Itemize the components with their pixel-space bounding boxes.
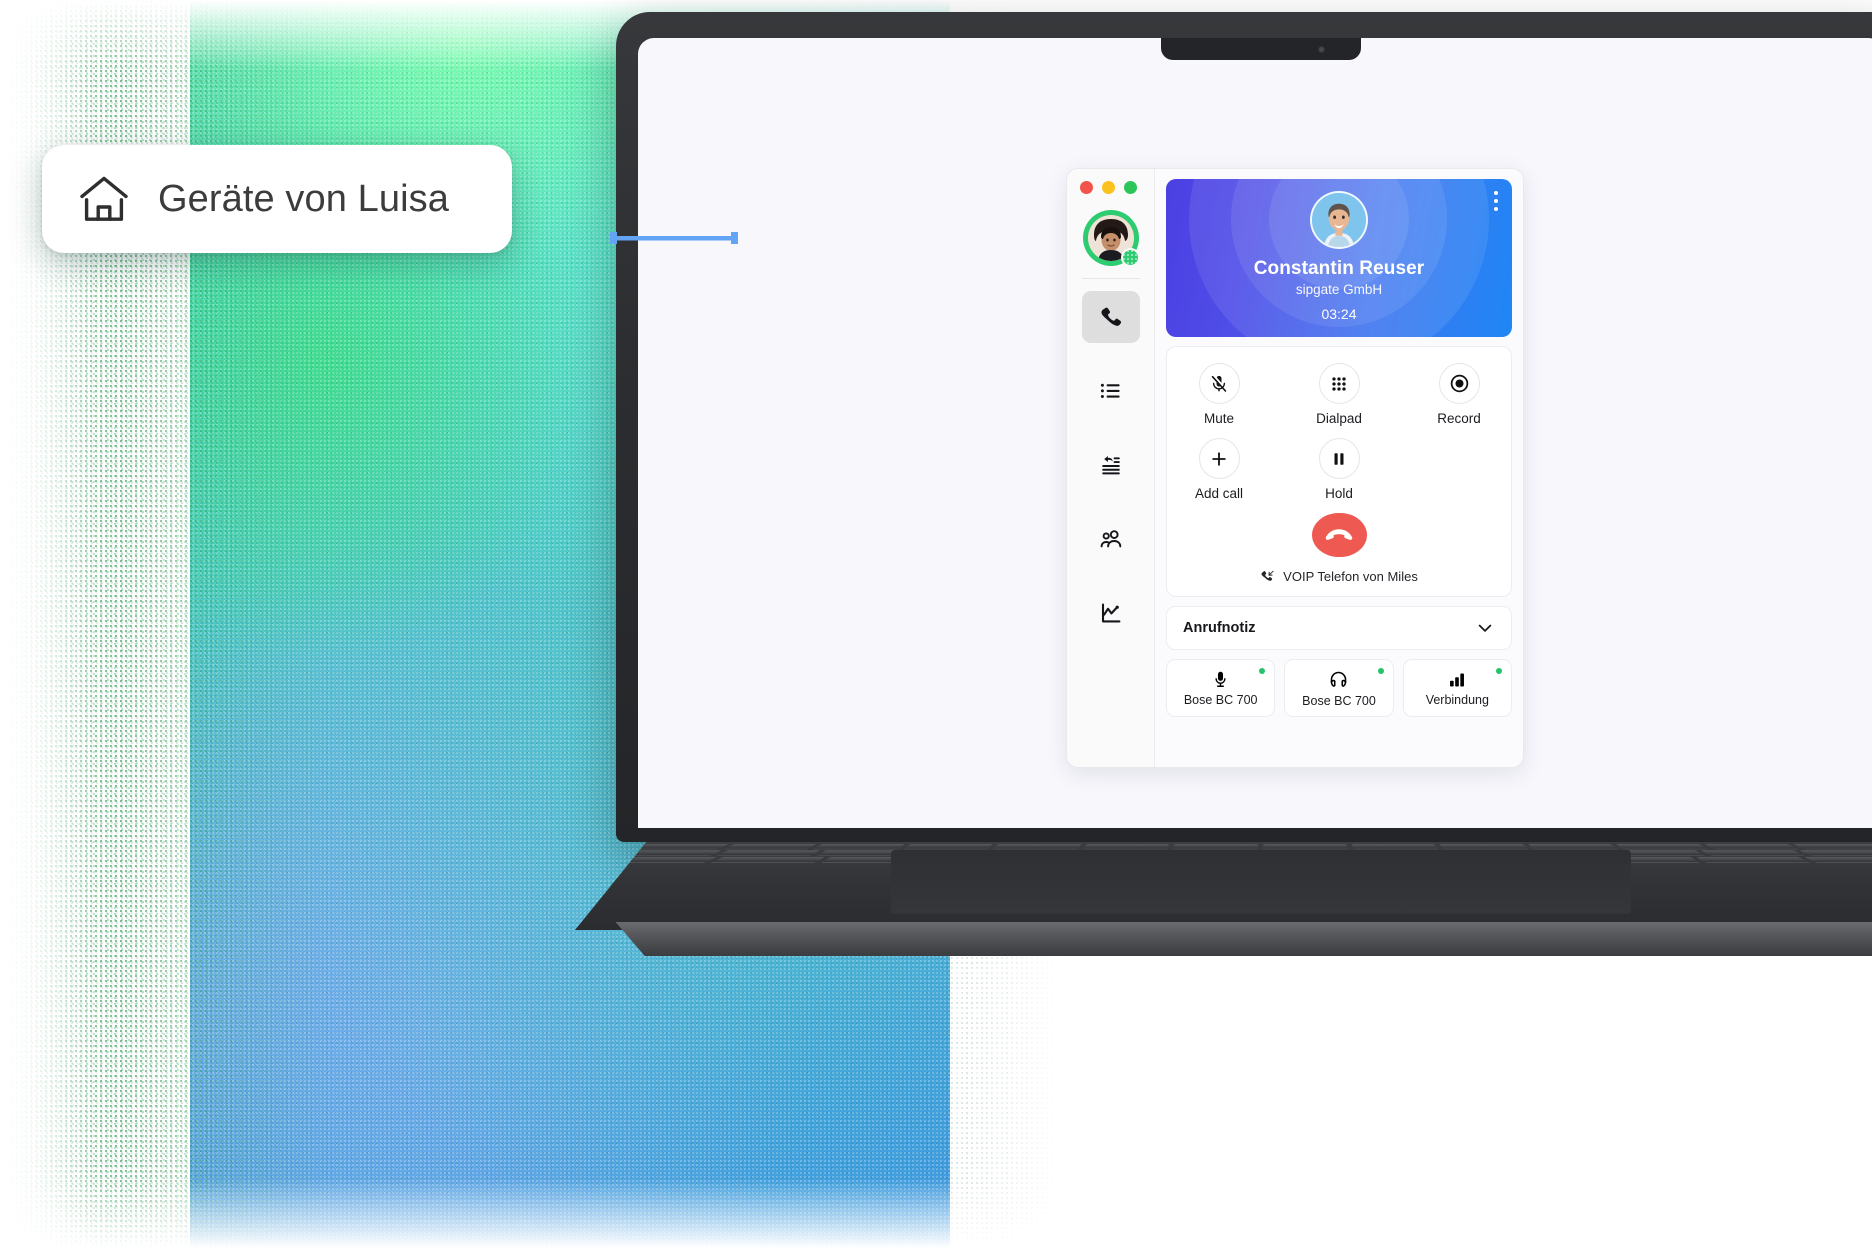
avatar[interactable]: [1082, 210, 1140, 267]
call-controls: Mute Dialpad Record Add call Hold VOIP T…: [1166, 346, 1512, 597]
add-call-label: Add call: [1194, 486, 1244, 501]
laptop-base-lip: [615, 922, 1872, 956]
sidebar-item-phone[interactable]: [1081, 291, 1140, 343]
keyboard-row: [634, 843, 1872, 849]
add-call-button[interactable]: Add call: [1177, 438, 1261, 501]
minimize-window-button[interactable]: [1102, 181, 1115, 194]
caller-avatar-illustration: [1312, 193, 1366, 247]
active-device-line: VOIP Telefon von Miles: [1177, 569, 1501, 584]
sidebar-item-contacts[interactable]: [1082, 513, 1140, 565]
chip-label: Bose BC 700: [1183, 692, 1258, 707]
softphone-app-window: Constantin Reuser sipgate GmbH 03:24 Mut…: [1066, 168, 1524, 768]
chip-microphone[interactable]: Bose BC 700: [1166, 659, 1276, 717]
active-device-label: VOIP Telefon von Miles: [1283, 569, 1418, 584]
laptop-lid: Constantin Reuser sipgate GmbH 03:24 Mut…: [616, 12, 1872, 842]
sidebar-item-statistics[interactable]: [1082, 587, 1140, 639]
chip-headphones[interactable]: Bose BC 700: [1284, 659, 1394, 717]
app-sidebar: [1067, 169, 1155, 767]
caller-avatar: [1310, 191, 1368, 249]
callout-badge[interactable]: Geräte von Luisa: [42, 145, 512, 253]
chip-status-dot: [1259, 668, 1266, 674]
laptop-trackpad: [890, 850, 1632, 914]
chip-status-dot: [1495, 668, 1502, 674]
hangup-icon: [1325, 529, 1353, 540]
mute-button[interactable]: Mute: [1177, 363, 1261, 426]
laptop-screen: Constantin Reuser sipgate GmbH 03:24 Mut…: [638, 38, 1872, 828]
call-controls-row-1: Mute Dialpad Record: [1177, 363, 1501, 426]
call-note-label: Anrufnotiz: [1183, 620, 1256, 636]
line-chart-icon: [1101, 603, 1120, 623]
record-icon: [1438, 363, 1480, 404]
hold-button[interactable]: Hold: [1297, 438, 1381, 501]
callout-label: Geräte von Luisa: [158, 177, 449, 220]
call-duration: 03:24: [1321, 306, 1357, 322]
laptop-base: [575, 842, 1872, 962]
microphone-icon: [1215, 671, 1226, 687]
chip-connection[interactable]: Verbindung: [1402, 659, 1512, 717]
sidebar-item-forwarding[interactable]: [1082, 439, 1140, 491]
laptop-base-top: [575, 842, 1872, 930]
record-label: Record: [1437, 411, 1481, 426]
window-traffic-lights: [1080, 181, 1137, 194]
caller-name: Constantin Reuser: [1253, 258, 1425, 279]
sidebar-item-call-list[interactable]: [1082, 365, 1140, 417]
dialpad-icon: [1318, 363, 1360, 404]
app-main-panel: Constantin Reuser sipgate GmbH 03:24 Mut…: [1155, 169, 1523, 767]
call-note-dropdown[interactable]: Anrufnotiz: [1166, 606, 1512, 650]
chip-label: Bose BC 700: [1302, 693, 1376, 708]
chip-status-dot: [1377, 668, 1384, 674]
hangup-button[interactable]: [1311, 513, 1367, 557]
dialpad-label: Dialpad: [1316, 411, 1362, 426]
phone-icon: [1100, 307, 1121, 326]
mic-muted-icon: [1198, 363, 1240, 404]
maximize-window-button[interactable]: [1124, 181, 1137, 194]
laptop-mockup: Constantin Reuser sipgate GmbH 03:24 Mut…: [575, 12, 1872, 962]
forward-list-icon: [1101, 456, 1120, 475]
camera-icon: [1318, 46, 1325, 53]
active-call-card: Constantin Reuser sipgate GmbH 03:24: [1166, 179, 1512, 337]
mute-label: Mute: [1203, 411, 1234, 426]
home-icon: [80, 176, 128, 221]
list-icon: [1100, 383, 1120, 398]
screenshot-canvas: Geräte von Luisa Constantin Reuser sipga…: [0, 0, 1872, 1248]
pause-icon: [1318, 438, 1360, 479]
people-icon: [1100, 530, 1121, 548]
kebab-menu-icon[interactable]: [1494, 191, 1498, 211]
dialpad-button[interactable]: Dialpad: [1297, 363, 1381, 426]
presence-status-dot: [1120, 248, 1140, 267]
device-chips: Bose BC 700 Bose BC 700 Verbindung: [1166, 659, 1512, 717]
callout-connector: [610, 232, 738, 244]
plus-icon: [1198, 438, 1240, 479]
hold-label: Hold: [1325, 486, 1353, 501]
record-button[interactable]: Record: [1417, 363, 1501, 426]
sidebar-divider: [1081, 278, 1140, 279]
headphones-icon: [1331, 671, 1347, 687]
signal-bars-icon: [1450, 672, 1465, 686]
close-window-button[interactable]: [1080, 181, 1093, 194]
call-controls-row-2: Add call Hold: [1177, 438, 1501, 501]
chevron-down-icon[interactable]: [1475, 618, 1495, 638]
caller-organization: sipgate GmbH: [1295, 282, 1383, 297]
screen-notch: [1161, 38, 1361, 60]
chip-label: Verbindung: [1425, 692, 1489, 707]
incoming-call-icon: [1261, 570, 1274, 581]
